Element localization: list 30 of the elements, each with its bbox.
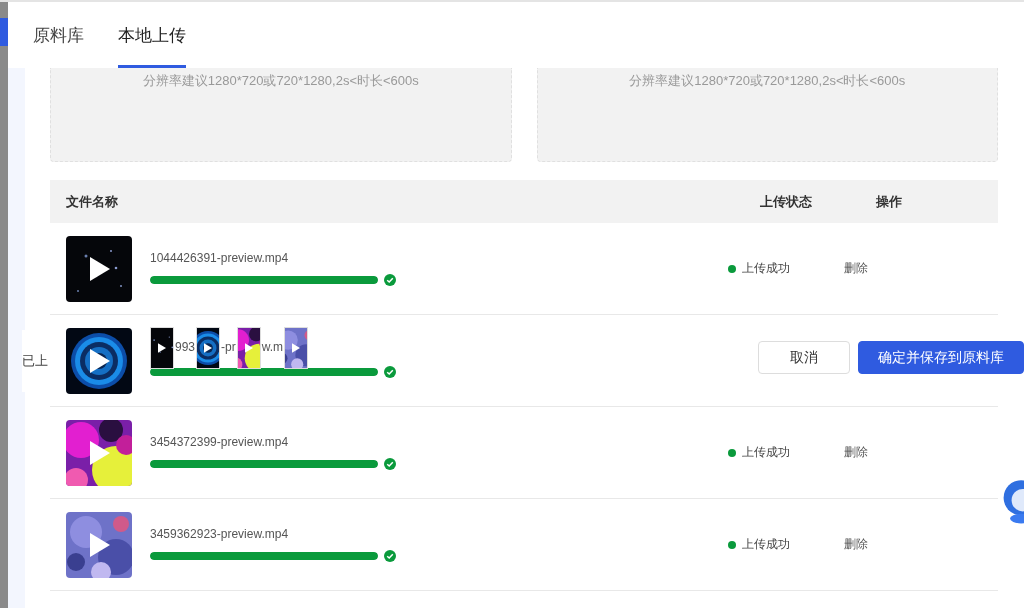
upload-hint: 分辨率建议1280*720或720*1280,2s<时长<600s — [629, 72, 906, 90]
delete-link[interactable]: 删除 — [844, 261, 868, 275]
delete-link[interactable]: 删除 — [844, 537, 868, 551]
column-header: 文件名称 — [65, 192, 119, 211]
upload-hint: 分辨率建议1280*720或720*1280,2s<时长<600s — [142, 72, 419, 90]
confirm-button[interactable]: 确定并保存到原料库 — [858, 341, 1024, 374]
play-icon[interactable] — [292, 343, 301, 353]
file-name: 3454372399-preview.mp4 — [150, 435, 290, 449]
play-icon[interactable] — [90, 440, 110, 465]
status-text: 上传成功 — [742, 536, 790, 553]
play-icon[interactable] — [90, 348, 110, 373]
column-header: 操作 — [876, 192, 902, 211]
play-icon[interactable] — [244, 343, 253, 353]
column-header: 上传状态 — [760, 192, 813, 211]
play-icon[interactable] — [90, 532, 110, 557]
status-text: 上传成功 — [742, 444, 790, 461]
cancel-button[interactable]: 取消 — [758, 341, 850, 374]
delete-link[interactable]: 删除 — [844, 445, 868, 459]
file-name: 993 — [174, 340, 197, 354]
status-dot — [728, 540, 736, 549]
play-icon[interactable] — [204, 343, 213, 353]
file-name: 1044426391-preview.mp4 — [150, 251, 290, 265]
status-dot — [728, 264, 736, 273]
side-tab[interactable]: 已上 — [22, 330, 50, 392]
status-dot — [728, 448, 736, 457]
tab[interactable]: 原料库 — [33, 2, 84, 68]
play-icon[interactable] — [158, 343, 166, 353]
file-name: 3459362923-preview.mp4 — [150, 527, 290, 541]
play-icon[interactable] — [90, 256, 110, 281]
status-text: 上传成功 — [742, 260, 790, 277]
